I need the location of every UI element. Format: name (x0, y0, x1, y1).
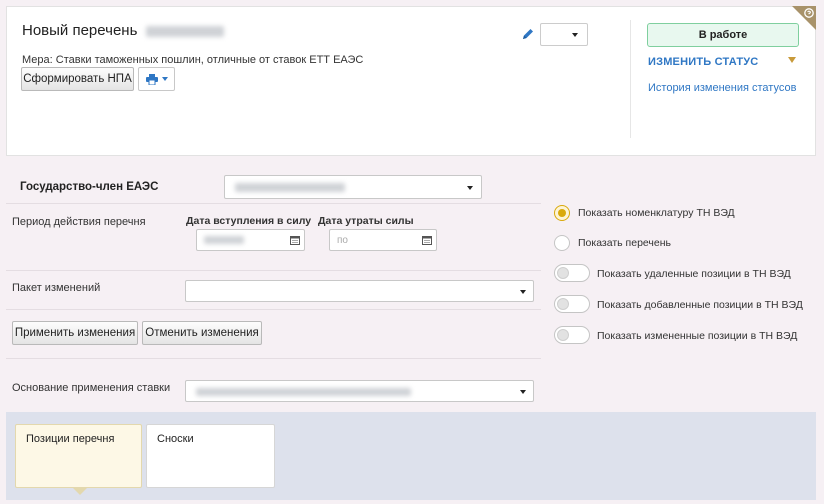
tab-footnotes[interactable]: Сноски (146, 424, 275, 488)
radio-label: Показать номенклатуру ТН ВЭД (578, 207, 735, 219)
print-dropdown-button[interactable] (138, 67, 175, 91)
basis-value-redacted (196, 388, 411, 396)
header-select[interactable] (540, 23, 588, 46)
active-tab-pointer-icon (73, 488, 87, 495)
printer-icon (145, 73, 158, 85)
triangle-down-icon[interactable] (788, 57, 796, 63)
calendar-icon[interactable] (418, 230, 436, 250)
chevron-down-icon (161, 77, 168, 81)
radio-label: Показать перечень (578, 237, 671, 249)
chevron-down-icon (572, 33, 578, 37)
toggle-changed-positions[interactable] (554, 326, 590, 344)
header-divider (630, 20, 631, 138)
toggle-deleted-positions[interactable] (554, 264, 590, 282)
chevron-down-icon (520, 390, 526, 394)
start-date-input[interactable] (196, 229, 305, 251)
start-date-label: Дата вступления в силу (186, 215, 312, 227)
toggle-knob (557, 298, 569, 310)
form-npa-button[interactable]: Сформировать НПА (21, 67, 134, 91)
radio-show-list[interactable]: Показать перечень (554, 235, 671, 251)
divider (6, 358, 541, 359)
end-date-input[interactable]: по (329, 229, 437, 251)
status-history-link[interactable]: История изменения статусов (648, 82, 796, 94)
page-title-text: Новый перечень (22, 22, 138, 39)
member-state-value-redacted (235, 183, 345, 192)
radio-button[interactable] (554, 205, 570, 221)
divider (6, 270, 541, 271)
radio-show-nomenclature[interactable]: Показать номенклатуру ТН ВЭД (554, 205, 735, 221)
calendar-icon[interactable] (286, 230, 304, 250)
chevron-down-icon (467, 186, 473, 190)
member-state-select[interactable] (224, 175, 482, 199)
basis-select[interactable] (185, 380, 534, 402)
chevron-down-icon (520, 290, 526, 294)
divider (6, 309, 541, 310)
question-icon[interactable] (792, 6, 816, 30)
apply-changes-button[interactable]: Применить изменения (12, 321, 138, 345)
toggle-label: Показать добавленные позиции в ТН ВЭД (597, 299, 803, 311)
toggle-knob (557, 267, 569, 279)
list-number-redacted (145, 25, 224, 37)
toggle-label: Показать измененные позиции в ТН ВЭД (597, 330, 798, 342)
cancel-changes-button[interactable]: Отменить изменения (142, 321, 262, 345)
status-badge: В работе (647, 23, 799, 47)
package-select[interactable] (185, 280, 534, 302)
start-date-value-redacted (204, 236, 244, 244)
end-date-placeholder: по (337, 234, 348, 246)
basis-label: Основание применения ставки (12, 382, 171, 394)
end-date-label: Дата утраты силы (318, 215, 414, 227)
change-status-link[interactable]: ИЗМЕНИТЬ СТАТУС (648, 56, 758, 68)
package-label: Пакет изменений (12, 282, 101, 294)
tab-list-positions[interactable]: Позиции перечня (15, 424, 142, 488)
toggle-added-positions[interactable] (554, 295, 590, 313)
period-label: Период действия перечня (12, 216, 146, 228)
pencil-icon[interactable] (521, 27, 535, 41)
member-state-label: Государство-член ЕАЭС (20, 181, 159, 193)
measure-text: Мера: Ставки таможенных пошлин, отличные… (22, 54, 364, 66)
toggle-label: Показать удаленные позиции в ТН ВЭД (597, 268, 791, 280)
radio-dot (558, 209, 566, 217)
radio-button[interactable] (554, 235, 570, 251)
toggle-knob (557, 329, 569, 341)
divider (6, 203, 541, 204)
page-title: Новый перечень (22, 22, 224, 39)
